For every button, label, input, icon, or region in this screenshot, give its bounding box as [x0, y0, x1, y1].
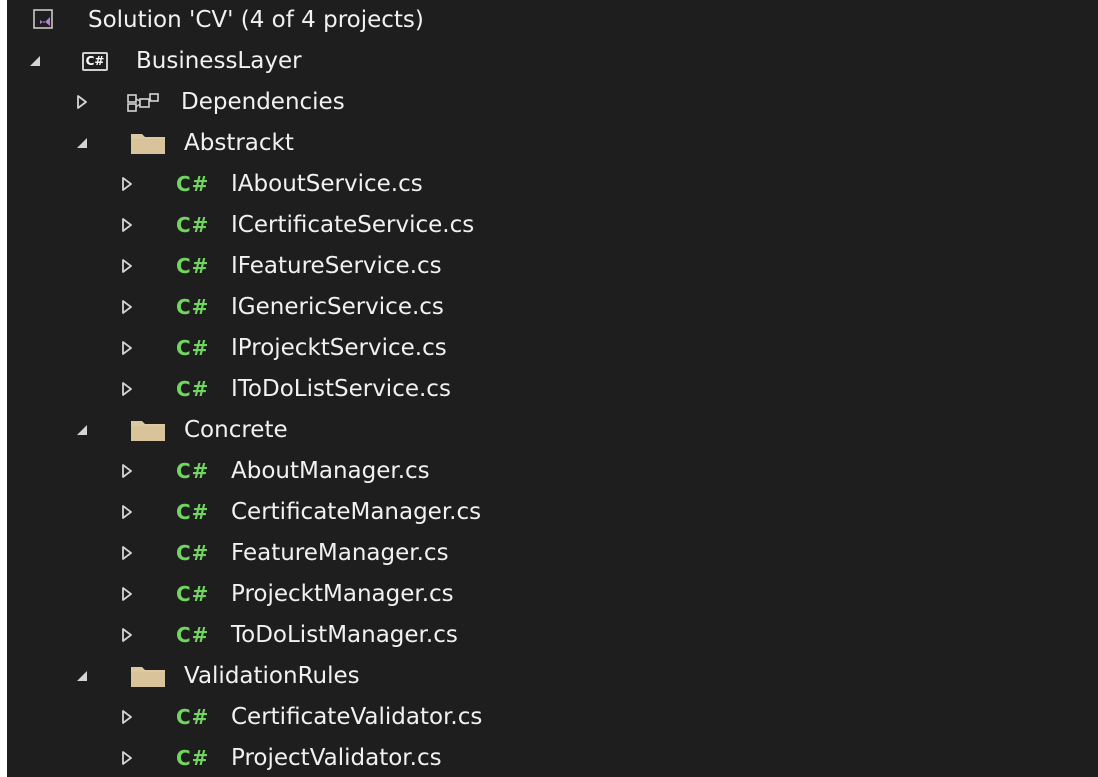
- file-node[interactable]: C# IFeatureService.cs: [7, 246, 1098, 286]
- folder-icon: [130, 410, 166, 450]
- csharp-file-icon: C#: [176, 172, 210, 196]
- file-label: IFeatureService.cs: [231, 253, 442, 279]
- folder-icon: [130, 656, 166, 696]
- collapsed-caret-icon[interactable]: [117, 615, 137, 655]
- expanded-caret-icon[interactable]: [25, 41, 45, 81]
- solution-node[interactable]: Solution 'CV' (4 of 4 projects): [7, 0, 1098, 40]
- file-label: ToDoListManager.cs: [231, 622, 458, 648]
- collapsed-caret-icon[interactable]: [117, 287, 137, 327]
- csharp-file-icon: C#: [176, 459, 210, 483]
- collapsed-caret-icon[interactable]: [117, 533, 137, 573]
- dependencies-node[interactable]: Dependencies: [7, 82, 1098, 122]
- expanded-caret-icon[interactable]: [72, 656, 92, 696]
- collapsed-caret-icon[interactable]: [117, 328, 137, 368]
- csharp-file-icon: C#: [176, 623, 210, 647]
- file-label: CertificateValidator.cs: [231, 704, 483, 730]
- file-node[interactable]: C# ProjecktManager.cs: [7, 574, 1098, 614]
- collapsed-caret-icon[interactable]: [117, 697, 137, 737]
- csharp-file-icon: C#: [176, 541, 210, 565]
- solution-explorer-tree: Solution 'CV' (4 of 4 projects) C# Busin…: [7, 0, 1098, 777]
- csharp-file-icon: C#: [176, 254, 210, 278]
- file-node[interactable]: C# ICertificateService.cs: [7, 205, 1098, 245]
- csharp-file-icon: C#: [176, 746, 210, 770]
- folder-node-concrete[interactable]: Concrete: [7, 410, 1098, 450]
- file-node[interactable]: C# FeatureManager.cs: [7, 533, 1098, 573]
- folder-label: Concrete: [184, 417, 288, 443]
- csharp-file-icon: C#: [176, 336, 210, 360]
- folder-label: Abstrackt: [184, 130, 294, 156]
- collapsed-caret-icon[interactable]: [117, 738, 137, 777]
- expanded-caret-icon[interactable]: [72, 123, 92, 163]
- file-label: AboutManager.cs: [231, 458, 430, 484]
- collapsed-caret-icon[interactable]: [117, 164, 137, 204]
- solution-label: Solution 'CV' (4 of 4 projects): [88, 7, 424, 33]
- csharp-project-icon-text: C#: [82, 51, 108, 71]
- dependencies-label: Dependencies: [181, 89, 345, 115]
- file-label: CertificateManager.cs: [231, 499, 482, 525]
- dependencies-icon: [126, 82, 160, 122]
- folder-node-abstrackt[interactable]: Abstrackt: [7, 123, 1098, 163]
- solution-icon: [33, 0, 55, 40]
- csharp-file-icon: C#: [176, 295, 210, 319]
- file-label: IAboutService.cs: [231, 171, 423, 197]
- collapsed-caret-icon[interactable]: [72, 82, 92, 122]
- file-node[interactable]: C# CertificateManager.cs: [7, 492, 1098, 532]
- file-label: FeatureManager.cs: [231, 540, 449, 566]
- file-label: IGenericService.cs: [231, 294, 444, 320]
- file-label: ProjecktManager.cs: [231, 581, 454, 607]
- file-node[interactable]: C# IToDoListService.cs: [7, 369, 1098, 409]
- file-label: IToDoListService.cs: [231, 376, 451, 402]
- file-node[interactable]: C# CertificateValidator.cs: [7, 697, 1098, 737]
- project-node-businesslayer[interactable]: C# BusinessLayer: [7, 41, 1098, 81]
- file-label: ProjectValidator.cs: [231, 745, 442, 771]
- folder-icon: [130, 123, 166, 163]
- collapsed-caret-icon[interactable]: [117, 574, 137, 614]
- collapsed-caret-icon[interactable]: [117, 369, 137, 409]
- folder-label: ValidationRules: [184, 663, 360, 689]
- collapsed-caret-icon[interactable]: [117, 246, 137, 286]
- expanded-caret-icon[interactable]: [72, 410, 92, 450]
- csharp-project-icon: C#: [82, 41, 108, 81]
- folder-node-validationrules[interactable]: ValidationRules: [7, 656, 1098, 696]
- file-node[interactable]: C# IAboutService.cs: [7, 164, 1098, 204]
- csharp-file-icon: C#: [176, 377, 210, 401]
- collapsed-caret-icon[interactable]: [117, 205, 137, 245]
- file-label: ICertificateService.cs: [231, 212, 475, 238]
- file-node[interactable]: C# ToDoListManager.cs: [7, 615, 1098, 655]
- collapsed-caret-icon[interactable]: [117, 492, 137, 532]
- csharp-file-icon: C#: [176, 500, 210, 524]
- file-node[interactable]: C# AboutManager.cs: [7, 451, 1098, 491]
- csharp-file-icon: C#: [176, 582, 210, 606]
- file-label: IProjecktService.cs: [231, 335, 447, 361]
- csharp-file-icon: C#: [176, 705, 210, 729]
- csharp-file-icon: C#: [176, 213, 210, 237]
- file-node[interactable]: C# ProjectValidator.cs: [7, 738, 1098, 777]
- file-node[interactable]: C# IGenericService.cs: [7, 287, 1098, 327]
- project-label: BusinessLayer: [136, 48, 302, 74]
- collapsed-caret-icon[interactable]: [117, 451, 137, 491]
- file-node[interactable]: C# IProjecktService.cs: [7, 328, 1098, 368]
